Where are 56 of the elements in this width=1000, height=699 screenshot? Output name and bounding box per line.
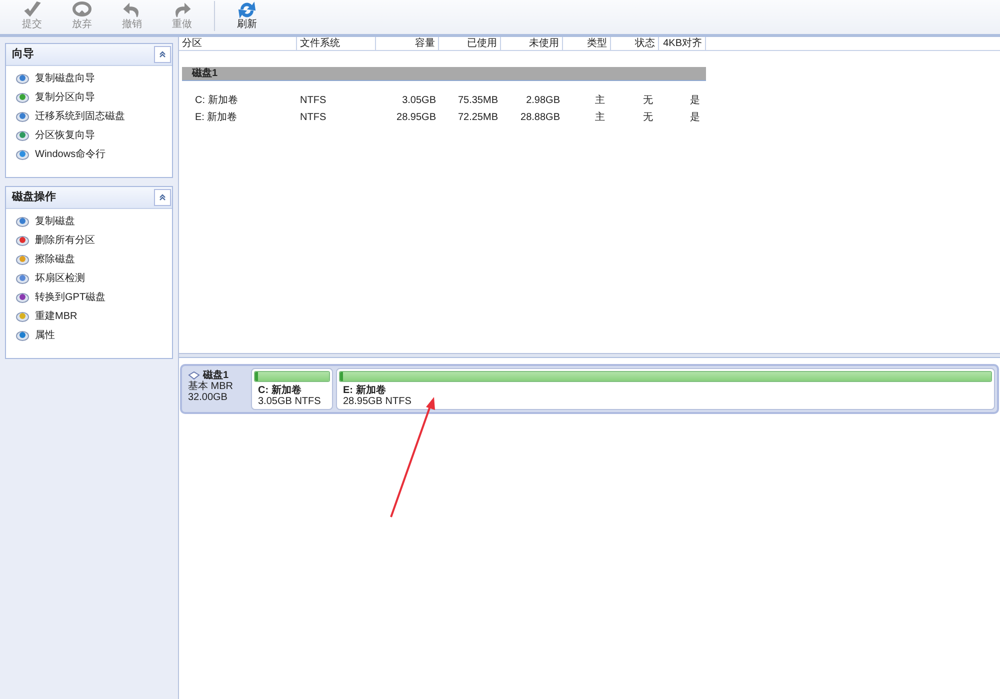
sidebar-item[interactable]: 复制分区向导	[16, 88, 172, 107]
table-cell-text: 无	[642, 111, 654, 125]
column-header[interactable]: 已使用	[439, 37, 501, 51]
column-header[interactable]: 4KB对齐	[659, 37, 706, 51]
sidebar-item[interactable]: 删除所有分区	[16, 231, 172, 250]
partition-name: E: 新加卷	[342, 385, 387, 396]
table-cell-text: C: 新加卷	[194, 94, 239, 108]
disk-group-header: 磁盘1	[182, 67, 706, 80]
panel-title: 向导	[12, 46, 34, 62]
table-cell-text: 是	[689, 111, 701, 125]
table-cell-text: 3.05GB	[401, 94, 437, 108]
sidebar-item[interactable]: 擦除磁盘	[16, 250, 172, 269]
column-header[interactable]: 容量	[376, 37, 439, 51]
partition-name: C: 新加卷	[257, 385, 302, 396]
table-cell-text: NTFS	[299, 94, 328, 108]
disk-name: 磁盘1	[203, 370, 229, 381]
sidebar-item[interactable]: Windows命令行	[16, 145, 172, 164]
table-cell-text: 72.25MB	[456, 111, 499, 125]
disk-type: 基本 MBR	[188, 381, 234, 392]
table-cell-text: 主	[594, 94, 606, 108]
table-cell-text: E: 新加卷	[194, 110, 238, 125]
column-header[interactable]: 分区	[179, 37, 297, 51]
collapse-button[interactable]	[154, 189, 171, 206]
panel-title: 磁盘操作	[12, 190, 56, 206]
sidebar-item[interactable]: 复制磁盘	[16, 212, 172, 231]
partition-info: 28.95GB NTFS	[342, 396, 412, 407]
sidebar-item[interactable]: 分区恢复向导	[16, 126, 172, 145]
column-header[interactable]: 未使用	[501, 37, 563, 51]
refresh-icon	[237, 0, 257, 19]
table-cell-text: 28.95GB	[396, 111, 437, 125]
table-cell-text: 2.98GB	[525, 94, 561, 108]
sidebar-item[interactable]: 转换到GPT磁盘	[16, 288, 172, 307]
table-cell-text: 28.88GB	[520, 111, 561, 125]
table-cell-text: 是	[689, 94, 701, 108]
column-header[interactable]: 文件系统	[297, 37, 376, 51]
disk-size: 32.00GB	[188, 392, 228, 403]
check-icon	[22, 0, 42, 19]
chevron-icon	[159, 194, 166, 201]
column-header[interactable]: 状态	[611, 37, 659, 51]
chevron-icon	[159, 51, 166, 58]
table-cell-text: 主	[594, 110, 606, 125]
partition-block[interactable]: E: 新加卷 28.95GB NTFS	[336, 368, 995, 410]
column-header[interactable]: 类型	[563, 37, 611, 51]
table-cell-text: 75.35MB	[456, 94, 499, 108]
toolbar-button[interactable]: 刷新	[227, 0, 267, 31]
sidebar-item[interactable]: 重建MBR	[16, 307, 172, 326]
table-cell-text: NTFS	[299, 111, 328, 125]
sidebar-item[interactable]: 坏扇区检测	[16, 269, 172, 288]
partition-block[interactable]: C: 新加卷 3.05GB NTFS	[251, 368, 333, 410]
discard-icon	[72, 0, 92, 19]
sidebar-item[interactable]: 属性	[16, 326, 172, 345]
sidebar-item[interactable]: 复制磁盘向导	[16, 69, 172, 88]
table-cell-text: 无	[642, 94, 654, 108]
collapse-button[interactable]	[154, 46, 171, 63]
sidebar-item[interactable]: 迁移系统到固态磁盘	[16, 107, 172, 126]
partition-info: 3.05GB NTFS	[257, 396, 322, 407]
